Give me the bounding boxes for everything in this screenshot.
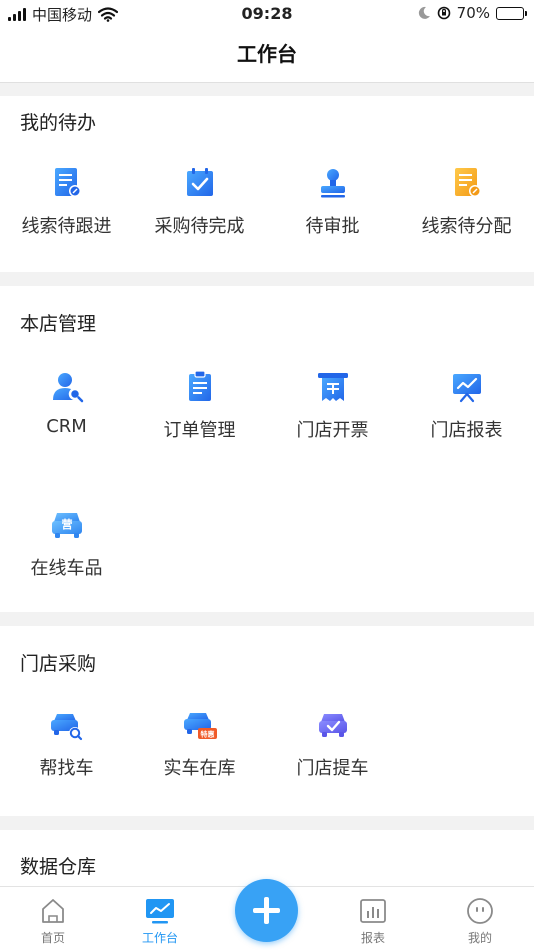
invoice-icon	[317, 373, 348, 401]
store-item-label: 在线车品	[30, 558, 103, 579]
todo-item-approval[interactable]: 待审批	[266, 166, 399, 238]
plus-icon	[253, 897, 280, 924]
store-item-orders[interactable]: 订单管理	[133, 370, 266, 442]
add-button[interactable]	[235, 879, 298, 942]
todo-item-purchase-complete[interactable]: 采购待完成	[133, 166, 266, 238]
tab-label: 报表	[360, 931, 385, 945]
tab-label: 工作台	[141, 931, 178, 945]
purchase-item-find-car[interactable]: 帮找车	[0, 708, 133, 780]
battery-percent: 70%	[456, 4, 490, 22]
todo-item-label: 线索待分配	[421, 216, 512, 237]
status-bar: 中国移动 09:28 70%	[0, 0, 534, 28]
store-section-title: 本店管理	[20, 313, 97, 335]
tab-home[interactable]: 首页	[13, 887, 93, 946]
clue-doc-icon	[54, 168, 81, 197]
tab-label: 我的	[467, 931, 492, 945]
battery-icon	[496, 6, 527, 20]
tab-workbench[interactable]: 工作台	[120, 887, 200, 946]
store-item-label: 订单管理	[163, 420, 236, 441]
car-pickup-icon	[318, 714, 347, 737]
todo-section-title: 我的待办	[20, 112, 97, 134]
moon-icon	[418, 6, 430, 19]
store-section: 本店管理 CRM 订单管理 门店开票 门店报表 营 在线车品	[0, 286, 534, 612]
purchase-section-title: 门店采购	[20, 653, 97, 675]
store-item-label: 门店报表	[430, 420, 503, 441]
store-item-report[interactable]: 门店报表	[400, 370, 533, 442]
todo-item-label: 线索待跟进	[21, 216, 112, 237]
todo-item-label: 待审批	[305, 216, 360, 237]
page-title: 工作台	[237, 42, 297, 66]
tab-label: 首页	[40, 931, 65, 945]
special-offer-badge: 特惠	[200, 730, 214, 739]
user-search-icon	[52, 373, 83, 403]
tab-profile[interactable]: 我的	[440, 887, 520, 946]
car-shop-icon: 营	[51, 513, 82, 538]
warehouse-section-title: 数据仓库	[20, 856, 97, 878]
purchase-item-pickup[interactable]: 门店提车	[266, 708, 399, 780]
car-search-icon	[50, 714, 82, 741]
orientation-lock-icon	[437, 6, 450, 20]
car-special-icon: 特惠	[183, 713, 217, 739]
assign-doc-icon	[454, 168, 481, 197]
purchase-item-in-stock[interactable]: 特惠 实车在库	[133, 708, 266, 780]
car-shop-badge: 营	[61, 517, 72, 531]
store-item-crm[interactable]: CRM	[0, 370, 133, 437]
todo-item-label: 采购待完成	[154, 216, 245, 237]
store-item-online-products[interactable]: 营 在线车品	[0, 508, 133, 580]
todo-item-follow-clue[interactable]: 线索待跟进	[0, 166, 133, 238]
purchase-item-label: 实车在库	[163, 758, 236, 779]
stamp-icon	[320, 169, 345, 198]
store-item-invoice[interactable]: 门店开票	[266, 370, 399, 442]
profile-icon	[467, 898, 493, 924]
calendar-check-icon	[186, 168, 213, 196]
workbench-icon	[146, 899, 174, 924]
chart-icon	[360, 899, 386, 923]
tab-reports[interactable]: 报表	[333, 887, 413, 946]
purchase-item-label: 门店提车	[296, 758, 369, 779]
nav-bar: 工作台	[0, 28, 534, 83]
todo-section: 我的待办 线索待跟进 采购待完成 待审批 线索待分配	[0, 96, 534, 272]
purchase-item-label: 帮找车	[39, 758, 94, 779]
purchase-section: 门店采购 帮找车 特惠 实车在库 门店提车	[0, 626, 534, 816]
home-icon	[42, 899, 64, 923]
report-board-icon	[452, 374, 481, 403]
store-item-label: 门店开票	[296, 420, 369, 441]
todo-item-assign-clue[interactable]: 线索待分配	[400, 166, 533, 238]
clipboard-icon	[188, 370, 211, 401]
store-item-label: CRM	[46, 416, 87, 437]
